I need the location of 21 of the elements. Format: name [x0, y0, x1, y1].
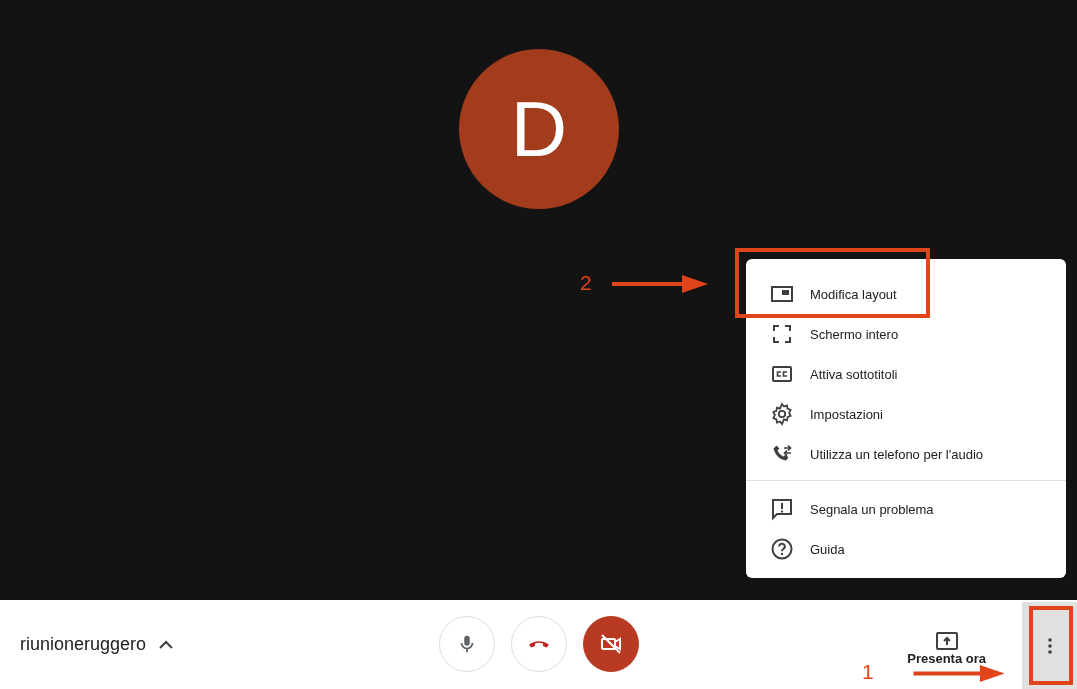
settings-icon	[770, 402, 794, 426]
phone-hang-up-icon	[528, 640, 550, 648]
more-icon	[1047, 637, 1052, 654]
camera-button[interactable]	[583, 616, 639, 672]
menu-item[interactable]: Attiva sottotitoli	[746, 354, 1066, 394]
menu-item[interactable]: Guida	[746, 529, 1066, 569]
menu-item[interactable]: Impostazioni	[746, 394, 1066, 434]
present-button[interactable]: Presenta ora	[907, 600, 986, 689]
microphone-button[interactable]	[439, 616, 495, 672]
avatar: D	[459, 49, 619, 209]
camera-off-icon	[599, 632, 623, 656]
menu-item[interactable]: Utilizza un telefono per l'audio	[746, 434, 1066, 474]
annotation-number: 2	[580, 271, 592, 295]
feedback-icon	[770, 497, 794, 521]
menu-item[interactable]: Schermo intero	[746, 314, 1066, 354]
present-screen-icon	[935, 632, 958, 650]
menu-item[interactable]: Segnala un problema	[746, 489, 1066, 529]
meeting-name: riunioneruggero	[20, 634, 147, 655]
annotation-number: 1	[862, 660, 874, 684]
fullscreen-icon	[770, 322, 794, 346]
help-icon	[770, 537, 794, 561]
